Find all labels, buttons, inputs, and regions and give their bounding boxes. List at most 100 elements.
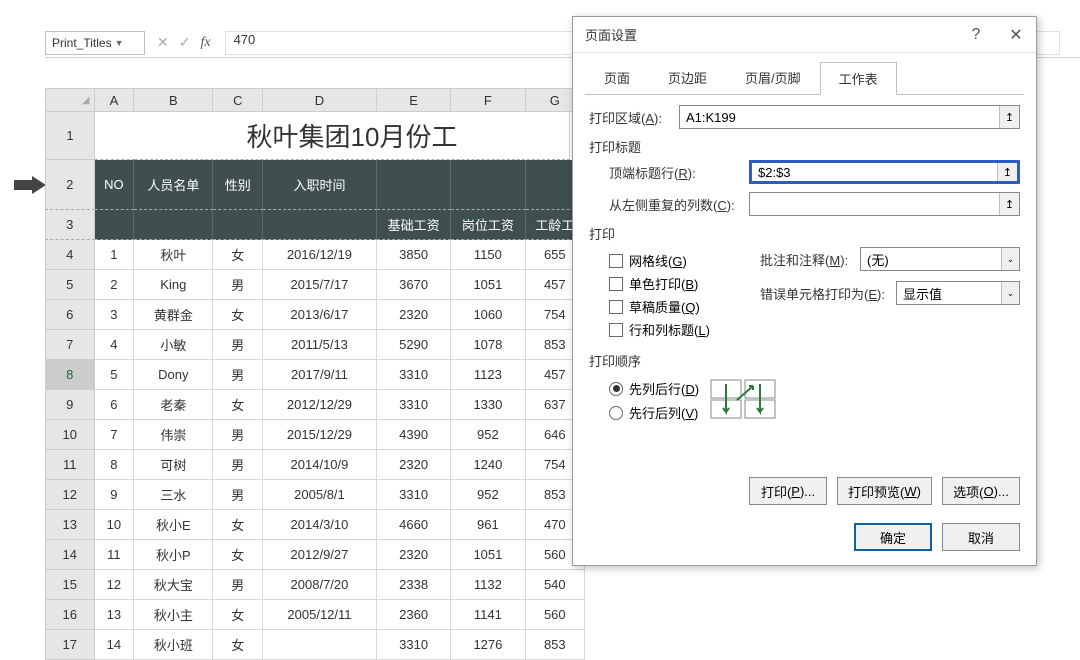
row-header[interactable]: 12 [45, 480, 95, 510]
cell-post[interactable]: 1132 [451, 570, 525, 600]
cell-name[interactable]: King [134, 270, 213, 300]
header-cell-post[interactable]: 岗位工资 [451, 210, 525, 240]
col-header-b[interactable]: B [134, 88, 213, 112]
cell-post[interactable]: 961 [451, 510, 525, 540]
row-header[interactable]: 7 [45, 330, 95, 360]
cell-base[interactable]: 2360 [377, 600, 451, 630]
tab-header-footer[interactable]: 页眉/页脚 [726, 61, 820, 94]
cell-base[interactable]: 3310 [377, 360, 451, 390]
cell-sex[interactable]: 女 [213, 510, 263, 540]
header-cell-name[interactable]: 人员名单 [134, 160, 213, 210]
cell-no[interactable]: 12 [95, 570, 135, 600]
col-header-a[interactable]: A [95, 88, 135, 112]
cell-post[interactable]: 1330 [451, 390, 525, 420]
range-picker-icon[interactable]: ↥ [999, 106, 1019, 128]
checkbox-gridlines[interactable]: 网格线(G) [589, 251, 760, 270]
cell-post[interactable]: 952 [451, 420, 525, 450]
cell-post[interactable]: 1276 [451, 630, 525, 660]
cell-post[interactable]: 1141 [451, 600, 525, 630]
cell-post[interactable]: 1123 [451, 360, 525, 390]
cell-no[interactable]: 14 [95, 630, 135, 660]
cell-no[interactable]: 3 [95, 300, 135, 330]
cell-name[interactable]: 黄群金 [134, 300, 213, 330]
cell-name[interactable]: 秋大宝 [134, 570, 213, 600]
cell-sex[interactable]: 女 [213, 390, 263, 420]
print-area-input[interactable]: A1:K199 ↥ [679, 105, 1020, 129]
fx-icon[interactable]: fx [200, 35, 210, 51]
cell-date[interactable]: 2005/8/1 [263, 480, 377, 510]
title-cell[interactable]: 秋叶集团10月份工 [135, 112, 570, 160]
cell-date[interactable]: 2015/12/29 [263, 420, 377, 450]
row-header[interactable]: 11 [45, 450, 95, 480]
row-header[interactable]: 17 [45, 630, 95, 660]
row-header[interactable]: 4 [45, 240, 95, 270]
radio-over-down[interactable]: 先行后列(V) [589, 403, 699, 422]
cell-name[interactable]: 小敏 [134, 330, 213, 360]
header-cell[interactable] [95, 210, 135, 240]
cell-post[interactable]: 1150 [451, 240, 525, 270]
cell-name[interactable]: 可树 [134, 450, 213, 480]
row-header[interactable]: 14 [45, 540, 95, 570]
left-cols-input[interactable]: ↥ [749, 192, 1020, 216]
cell-date[interactable] [263, 630, 377, 660]
cell-base[interactable]: 3310 [377, 390, 451, 420]
help-icon[interactable]: ? [956, 17, 996, 53]
cell-name[interactable]: 秋小P [134, 540, 213, 570]
row-header[interactable]: 13 [45, 510, 95, 540]
header-cell[interactable] [134, 210, 213, 240]
cell-no[interactable]: 9 [95, 480, 135, 510]
row-header[interactable]: 5 [45, 270, 95, 300]
row-header[interactable]: 9 [45, 390, 95, 420]
cell-base[interactable]: 5290 [377, 330, 451, 360]
cell-age[interactable]: 540 [526, 570, 585, 600]
name-box-dropdown-icon[interactable]: ▼ [112, 38, 127, 48]
cell-name[interactable]: 秋小班 [134, 630, 213, 660]
cell-sex[interactable]: 男 [213, 420, 263, 450]
accept-icon[interactable]: ✓ [179, 34, 191, 51]
range-picker-icon[interactable]: ↥ [997, 163, 1017, 181]
cell-post[interactable]: 1051 [451, 270, 525, 300]
print-button[interactable]: 打印(P)... [749, 477, 827, 505]
cell-sex[interactable]: 女 [213, 600, 263, 630]
cell-name[interactable]: 秋小主 [134, 600, 213, 630]
cell-sex[interactable]: 女 [213, 540, 263, 570]
ok-button[interactable]: 确定 [854, 523, 932, 551]
cell-base[interactable]: 3310 [377, 480, 451, 510]
cell-sex[interactable]: 男 [213, 450, 263, 480]
header-cell[interactable] [263, 210, 377, 240]
cell-date[interactable]: 2015/7/17 [263, 270, 377, 300]
cell-no[interactable]: 5 [95, 360, 135, 390]
cell-no[interactable]: 10 [95, 510, 135, 540]
cell-no[interactable]: 4 [95, 330, 135, 360]
cell-no[interactable]: 1 [95, 240, 135, 270]
cell-base[interactable]: 3670 [377, 270, 451, 300]
cell-sex[interactable]: 男 [213, 570, 263, 600]
cell-sex[interactable]: 女 [213, 630, 263, 660]
header-cell-e[interactable] [377, 160, 451, 210]
row-header[interactable]: 15 [45, 570, 95, 600]
cell-date[interactable]: 2005/12/11 [263, 600, 377, 630]
cell-name[interactable]: 秋叶 [134, 240, 213, 270]
cell-sex[interactable]: 女 [213, 300, 263, 330]
cell-post[interactable]: 952 [451, 480, 525, 510]
cell-no[interactable]: 2 [95, 270, 135, 300]
cell-base[interactable]: 3850 [377, 240, 451, 270]
cell-sex[interactable]: 男 [213, 270, 263, 300]
cell-date[interactable]: 2011/5/13 [263, 330, 377, 360]
cell-date[interactable]: 2014/10/9 [263, 450, 377, 480]
cell[interactable] [95, 112, 135, 160]
checkbox-mono[interactable]: 单色打印(B) [589, 274, 760, 293]
cell-sex[interactable]: 女 [213, 240, 263, 270]
cell-no[interactable]: 11 [95, 540, 135, 570]
checkbox-draft[interactable]: 草稿质量(Q) [589, 297, 760, 316]
cell-name[interactable]: 伟崇 [134, 420, 213, 450]
col-header-f[interactable]: F [451, 88, 525, 112]
select-all-corner[interactable]: ◢ [45, 88, 95, 112]
cell-no[interactable]: 7 [95, 420, 135, 450]
row-header[interactable]: 2 [45, 160, 95, 210]
header-cell-no[interactable]: NO [95, 160, 135, 210]
header-cell-f[interactable] [451, 160, 525, 210]
cell-date[interactable]: 2008/7/20 [263, 570, 377, 600]
col-header-c[interactable]: C [213, 88, 263, 112]
row-header[interactable]: 10 [45, 420, 95, 450]
